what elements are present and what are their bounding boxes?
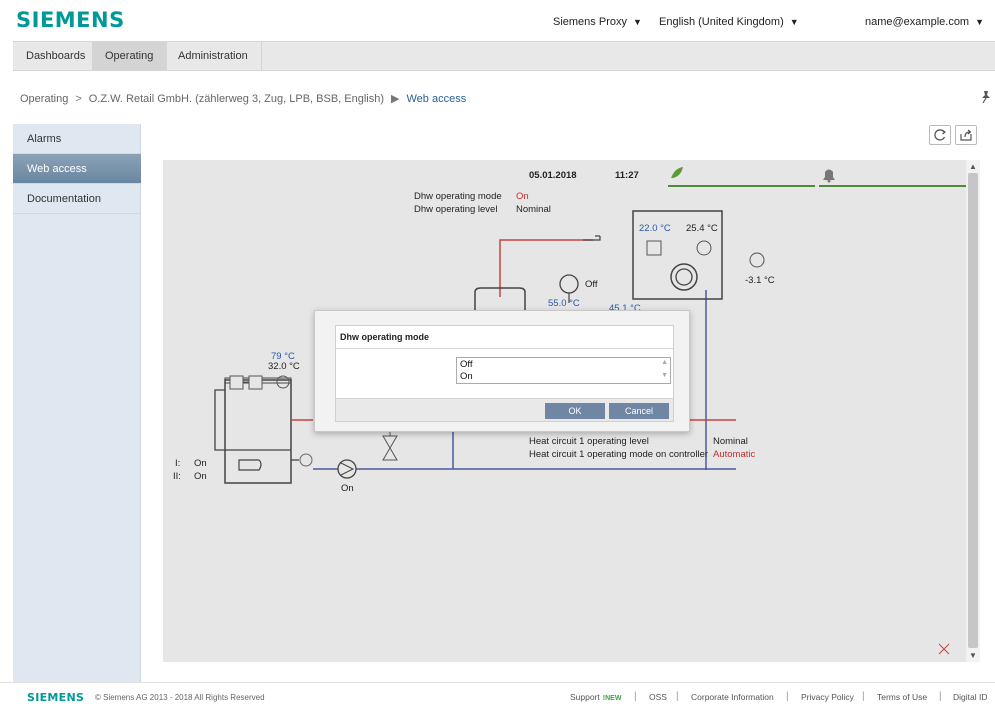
refresh-button[interactable] (929, 125, 951, 145)
burner-stage2-label: II: (173, 471, 181, 482)
caret-down-icon: ▼ (789, 17, 799, 27)
breadcrumb: Operating > O.Z.W. Retail GmbH. (zählerweg… (20, 92, 466, 105)
oss-link[interactable]: OSS (649, 692, 667, 702)
caret-down-icon: ▼ (632, 17, 642, 27)
digital-id-link[interactable]: Digital ID (953, 692, 987, 702)
scrollbar-thumb[interactable] (968, 173, 978, 648)
list-scroll-down-icon[interactable]: ▼ (661, 372, 668, 379)
ok-button[interactable]: OK (545, 403, 605, 419)
plant-time: 11:27 (615, 170, 639, 181)
breadcrumb-site[interactable]: O.Z.W. Retail GmbH. (zählerweg 3, Zug, L… (89, 93, 384, 105)
proxy-dropdown[interactable]: Siemens Proxy ▼ (553, 16, 642, 28)
dhw-pump-status: Off (585, 279, 598, 290)
sidebar-item-alarms[interactable]: Alarms (13, 124, 141, 154)
copyright: © Siemens AG 2013 - 2018 All Rights Rese… (95, 693, 265, 702)
list-scroll-up-icon[interactable]: ▲ (661, 359, 668, 366)
boiler-temp-actual: 32.0 °C (268, 361, 300, 372)
option-off[interactable]: Off (460, 359, 473, 370)
sidebar-item-documentation[interactable]: Documentation (13, 184, 141, 214)
user-label: name@example.com (865, 16, 970, 28)
dialog-panel: Dhw operating mode Off On ▲ ▼ OK Cancel (335, 325, 674, 422)
burner-stage1-label: I: (175, 458, 181, 469)
dhw-mode-dialog: Dhw operating mode Off On ▲ ▼ OK Cancel (314, 310, 690, 432)
footer-separator: | (634, 691, 637, 702)
sidebar: Alarms Web access Documentation (13, 124, 141, 682)
support-link[interactable]: Support !NEW (570, 692, 621, 702)
option-on[interactable]: On (460, 371, 473, 382)
siemens-logo: SIEMENS (16, 8, 125, 32)
hc1-mode-label: Heat circuit 1 operating mode on control… (529, 449, 709, 460)
hc1-level-value[interactable]: Nominal (713, 436, 748, 447)
privacy-policy-link[interactable]: Privacy Policy (801, 692, 854, 702)
tab-operating[interactable]: Operating (92, 42, 168, 71)
outside-temp: -3.1 °C (745, 275, 775, 286)
export-icon (960, 129, 972, 141)
terms-of-use-link[interactable]: Terms of Use (877, 692, 927, 702)
breadcrumb-arrow-icon: ▶ (391, 93, 400, 105)
tab-dashboards[interactable]: Dashboards (13, 42, 100, 71)
caret-down-icon: ▼ (975, 17, 985, 27)
footer-separator: | (939, 691, 942, 702)
pin-icon[interactable] (980, 90, 992, 104)
language-label: English (United Kingdom) (659, 16, 784, 28)
scroll-down-icon[interactable]: ▼ (969, 651, 977, 660)
dialog-title: Dhw operating mode (336, 326, 673, 349)
new-badge: !NEW (602, 695, 622, 702)
room-temp-setpoint[interactable]: 22.0 °C (639, 223, 671, 234)
cancel-button[interactable]: Cancel (609, 403, 669, 419)
refresh-icon (934, 129, 947, 141)
language-dropdown[interactable]: English (United Kingdom) ▼ (659, 16, 799, 28)
breadcrumb-root[interactable]: Operating (20, 93, 68, 105)
support-label: Support (570, 692, 600, 702)
scroll-up-icon[interactable]: ▲ (969, 162, 977, 171)
user-dropdown[interactable]: name@example.com ▼ (865, 16, 984, 28)
dhw-level-value[interactable]: Nominal (516, 204, 551, 215)
corporate-info-link[interactable]: Corporate Information (691, 692, 774, 702)
plant-date: 05.01.2018 (529, 170, 577, 181)
room-temp-actual: 25.4 °C (686, 223, 718, 234)
export-button[interactable] (955, 125, 977, 145)
dhw-mode-label: Dhw operating mode (414, 191, 502, 202)
dhw-mode-value[interactable]: On (516, 191, 529, 202)
burner-stage2-value: On (194, 471, 207, 482)
footer-separator: | (676, 691, 679, 702)
footer-separator: | (862, 691, 865, 702)
main-nav: Dashboards Operating Administration (13, 41, 995, 71)
footer-logo: SIEMENS (27, 691, 85, 704)
footer-separator: | (786, 691, 789, 702)
dhw-level-label: Dhw operating level (414, 204, 498, 215)
storage-temp-setpoint[interactable]: 55.0 °C (548, 298, 580, 309)
hc1-mode-value[interactable]: Automatic (713, 449, 755, 460)
tab-administration[interactable]: Administration (165, 42, 262, 71)
mode-listbox[interactable]: Off On ▲ ▼ (456, 357, 671, 384)
breadcrumb-current: Web access (406, 93, 467, 105)
burner-stage1-value: On (194, 458, 207, 469)
proxy-label: Siemens Proxy (553, 16, 627, 28)
heating-pump-status: On (341, 483, 354, 494)
dialog-footer: OK Cancel (336, 398, 673, 421)
hc1-level-label: Heat circuit 1 operating level (529, 436, 649, 447)
sidebar-item-web-access[interactable]: Web access (13, 154, 141, 184)
breadcrumb-separator: > (75, 93, 82, 105)
